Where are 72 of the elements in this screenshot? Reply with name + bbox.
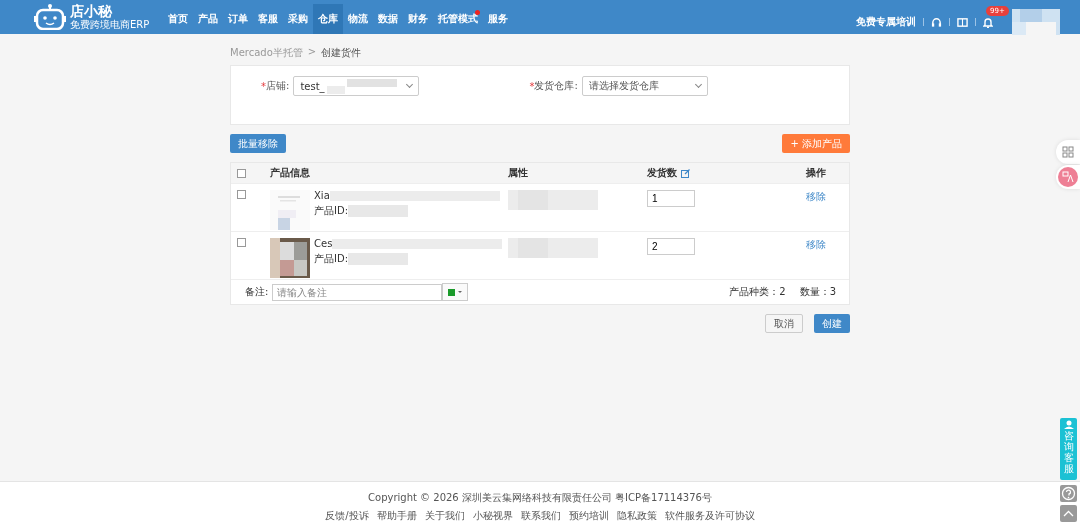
note-label: 备注: (245, 285, 269, 299)
blurred-text-icon (326, 78, 397, 94)
back-to-top-icon[interactable] (1060, 505, 1077, 522)
field-label: 店铺: (266, 79, 290, 93)
footer-link[interactable]: 软件服务及许可协议 (664, 509, 755, 523)
logo-text: 店小秘 (70, 3, 113, 19)
product-kinds-count: 产品种类：2 (729, 285, 786, 299)
nav-tab[interactable]: 服务 (483, 4, 514, 34)
footer-link[interactable]: 关于我们 (424, 509, 465, 523)
nav-tab[interactable]: 数据 (373, 4, 404, 34)
footer-link[interactable]: 隐私政策 (616, 509, 657, 523)
nav-tab[interactable]: 首页 (163, 4, 194, 34)
footer-link[interactable]: 联系我们 (520, 509, 561, 523)
field-label: 发货仓库: (534, 79, 578, 93)
footer-link[interactable]: 预约培训 (568, 509, 609, 523)
shop-select[interactable]: test_ (293, 76, 420, 96)
product-id-label: 产品ID: (314, 204, 349, 218)
remove-link[interactable]: 移除 (806, 191, 826, 202)
training-link[interactable]: 免费专属培训 (856, 15, 916, 29)
select-all-checkbox[interactable] (237, 168, 246, 178)
product-name: Ces (314, 238, 333, 249)
customer-service-button[interactable]: 咨询客服 (1060, 418, 1077, 480)
color-picker-button[interactable] (442, 283, 469, 301)
row-checkbox[interactable] (237, 190, 246, 199)
nav-tab[interactable]: 托管模式 (433, 4, 484, 34)
headset-icon[interactable] (931, 16, 942, 28)
color-swatch (448, 288, 456, 296)
row-checkbox[interactable] (237, 238, 246, 247)
column-header: 操作 (806, 166, 827, 180)
avatar-icon[interactable] (1012, 9, 1060, 35)
translate-icon[interactable] (1058, 167, 1078, 187)
blurred-text-icon (508, 238, 598, 258)
bell-icon[interactable] (983, 16, 993, 28)
caret-icon (458, 291, 463, 293)
quantity-input[interactable]: 1 (647, 190, 695, 207)
footer-link[interactable]: 反馈/投诉 (325, 509, 369, 523)
warehouse-select[interactable]: 请选择发货仓库 (581, 76, 708, 96)
person-icon (1063, 420, 1074, 429)
edit-icon[interactable] (681, 168, 690, 178)
nav-tab[interactable]: 采购 (283, 4, 314, 34)
breadcrumb-separator: > (307, 46, 317, 59)
nav-tab[interactable]: 产品 (193, 4, 224, 34)
footer-link[interactable]: 帮助手册 (376, 509, 417, 523)
nav-tab[interactable]: 财务 (403, 4, 434, 34)
required-mark: * (261, 80, 266, 92)
logo-tagline: 免费跨境电商ERP (70, 19, 150, 31)
cancel-button[interactable]: 取消 (765, 314, 803, 333)
nav-tab[interactable]: 订单 (223, 4, 254, 34)
note-input[interactable]: 请输入备注 (272, 283, 443, 301)
create-button[interactable]: 创建 (814, 314, 850, 333)
breadcrumb-current: 创建货件 (321, 46, 362, 60)
product-name: Xia (314, 190, 330, 201)
batch-remove-button[interactable]: 批量移除 (230, 134, 286, 153)
remove-link[interactable]: 移除 (806, 239, 826, 250)
nav-tab[interactable]: 仓库 (313, 4, 344, 34)
breadcrumb-link[interactable]: Mercado半托管 (230, 46, 303, 60)
add-product-button[interactable]: + 添加产品 (782, 134, 850, 153)
column-header: 产品信息 (269, 166, 311, 180)
nav-tab[interactable]: 物流 (343, 4, 374, 34)
help-icon[interactable] (1060, 485, 1077, 502)
column-header: 发货数 (647, 166, 677, 180)
robot-logo-icon (34, 4, 66, 30)
required-mark: * (529, 80, 535, 92)
quantity-input[interactable]: 2 (647, 238, 695, 255)
blurred-text-icon (508, 190, 598, 210)
book-icon[interactable] (957, 16, 968, 28)
column-header: 属性 (508, 166, 529, 180)
copyright-text: Copyright © 2026 深圳美云集网络科技有限责任公司 粤ICP备17114376号 (368, 491, 712, 505)
footer-link[interactable]: 小秘视界 (472, 509, 513, 523)
product-id-label: 产品ID: (314, 252, 349, 266)
nav-tab[interactable]: 客服 (253, 4, 284, 34)
quantity-total: 数量：3 (799, 285, 836, 299)
